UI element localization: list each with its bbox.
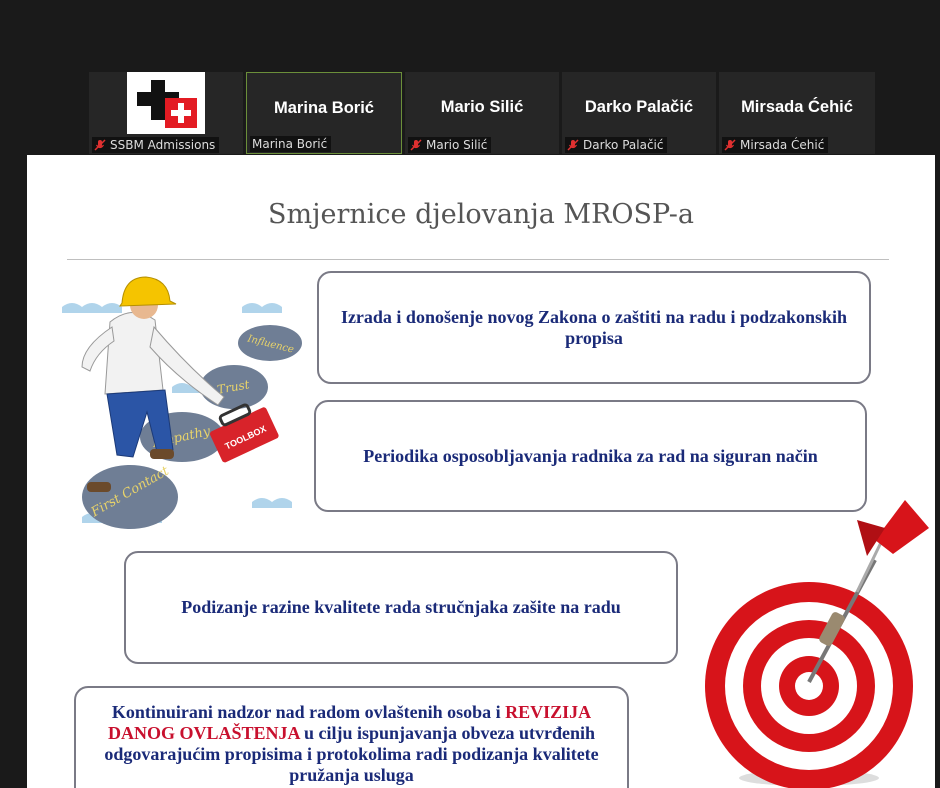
participant-tile-mirsada-cehic[interactable]: Mirsada Ćehić Mirsada Ćehić [719,72,875,154]
muted-mic-icon [567,139,579,151]
participant-name: Marina Borić [274,99,374,117]
guideline-text-4-part1: Kontinuirani nadzor nad radom ovlaštenih… [111,702,506,722]
participant-strip: SSBM Admissions Marina Borić Marina Bori… [0,72,940,154]
participant-label: Mirsada Ćehić [722,137,829,153]
participant-label-text: Darko Palačić [583,138,664,152]
participant-tile-ssbm-admissions[interactable]: SSBM Admissions [89,72,243,154]
participant-label-text: SSBM Admissions [110,138,216,152]
guideline-box-3: Podizanje razine kvalitete rada stručnja… [124,551,678,664]
participant-label: SSBM Admissions [92,137,220,153]
participant-tile-marina-boric[interactable]: Marina Borić Marina Borić [246,72,402,154]
participant-name: Mirsada Ćehić [741,98,853,116]
participant-tile-darko-palacic[interactable]: Darko Palačić Darko Palačić [562,72,716,154]
participant-name: Darko Palačić [584,98,694,116]
guideline-text-3: Podizanje razine kvalitete rada stručnja… [181,597,621,617]
participant-label-text: Mario Silić [426,138,488,152]
guideline-text-4: Kontinuirani nadzor nad radom ovlaštenih… [88,702,615,786]
participant-label: Marina Borić [250,136,332,152]
dart-target-illustration [705,500,929,788]
worker-stepping-stones-illustration: Influence Trust Empathy First Contact TO… [62,276,302,529]
shared-slide: Smjernice djelovanja MROSP-a Influence T… [27,155,935,788]
muted-mic-icon [410,139,422,151]
participant-label-text: Mirsada Ćehić [740,138,825,152]
guideline-box-4: Kontinuirani nadzor nad radom ovlaštenih… [74,686,629,788]
participant-name: Mario Silić [440,98,524,116]
participant-label: Darko Palačić [565,137,668,153]
guideline-text-1: Izrada i donošenje novog Zakona o zaštit… [340,306,848,348]
participant-label: Mario Silić [408,137,492,153]
muted-mic-icon [94,139,106,151]
guideline-box-1: Izrada i donošenje novog Zakona o zaštit… [317,271,871,384]
muted-mic-icon [724,139,736,151]
participant-tile-mario-silic[interactable]: Mario Silić Mario Silić [405,72,559,154]
ssbm-logo [127,72,205,134]
guideline-box-2: Periodika osposobljavanja radnika za rad… [314,400,867,512]
slide-title: Smjernice djelovanja MROSP-a [268,199,694,230]
title-divider [67,259,889,260]
guideline-text-2: Periodika osposobljavanja radnika za rad… [363,445,818,466]
participant-label-text: Marina Borić [252,137,328,151]
